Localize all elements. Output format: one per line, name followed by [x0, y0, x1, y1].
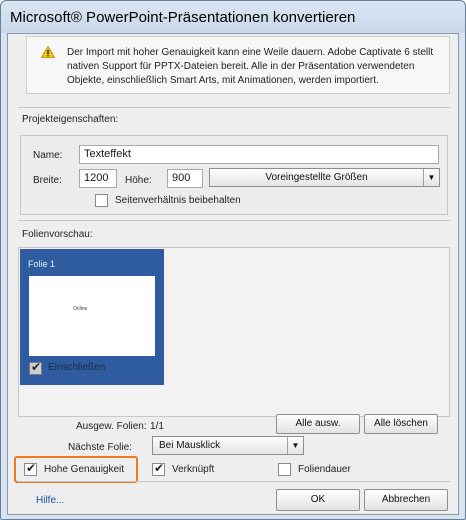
width-label: Breite:: [33, 175, 62, 186]
slide-duration-label: Foliendauer: [298, 464, 351, 475]
slide-thumbnail-card[interactable]: Folie 1 Online Einschließen: [20, 249, 164, 385]
divider: [18, 107, 450, 108]
slide-preview-label: Folienvorschau:: [22, 229, 93, 240]
name-field[interactable]: Texteffekt: [79, 145, 439, 164]
dialog-window: Microsoft® PowerPoint-Präsentationen kon…: [0, 0, 466, 520]
window-title: Microsoft® PowerPoint-Präsentationen kon…: [10, 9, 356, 26]
divider: [18, 220, 450, 221]
width-field[interactable]: 1200: [79, 169, 117, 188]
slide-label: Folie 1: [28, 259, 56, 269]
preset-sizes-value: Voreingestellte Größen: [265, 172, 368, 183]
next-slide-label: Nächste Folie:: [68, 442, 132, 453]
help-link[interactable]: Hilfe...: [36, 495, 64, 506]
cancel-button[interactable]: Abbrechen: [364, 489, 448, 511]
selected-slides-value: 1/1: [150, 421, 164, 432]
project-properties-group: Name: Texteffekt Breite: 1200 Höhe: 900 …: [20, 135, 448, 215]
select-all-button[interactable]: Alle ausw.: [276, 414, 360, 434]
height-field[interactable]: 900: [167, 169, 203, 188]
selected-slides-label: Ausgew. Folien:: [76, 421, 147, 432]
chevron-down-icon: ▼: [423, 169, 439, 186]
aspect-ratio-checkbox[interactable]: [95, 194, 108, 207]
warning-text: Der Import mit hoher Genauigkeit kann ei…: [67, 47, 434, 86]
high-fidelity-label: Hohe Genauigkeit: [44, 464, 125, 475]
ok-button[interactable]: OK: [276, 489, 360, 511]
project-properties-label: Projekteigenschaften:: [22, 114, 119, 125]
slide-thumbnail[interactable]: Online: [29, 276, 155, 356]
warning-panel: Der Import mit hoher Genauigkeit kann ei…: [26, 36, 450, 94]
height-label: Höhe:: [125, 175, 152, 186]
warning-icon: [41, 46, 55, 58]
slide-thumbnail-text: Online: [73, 306, 88, 312]
include-label: Einschließen: [48, 362, 106, 373]
name-label: Name:: [33, 150, 63, 161]
high-fidelity-checkbox[interactable]: [24, 461, 37, 476]
delete-all-button[interactable]: Alle löschen: [364, 414, 438, 434]
chevron-down-icon: ▼: [287, 437, 303, 454]
dialog-content: Der Import mit hoher Genauigkeit kann ei…: [7, 33, 459, 515]
next-slide-dropdown[interactable]: Bei Mausklick ▼: [152, 436, 304, 455]
include-checkbox[interactable]: [29, 360, 42, 375]
next-slide-value: Bei Mausklick: [159, 440, 221, 451]
slide-duration-checkbox[interactable]: [278, 463, 291, 476]
aspect-ratio-label: Seitenverhältnis beibehalten: [115, 195, 241, 206]
title-bar[interactable]: Microsoft® PowerPoint-Präsentationen kon…: [1, 1, 465, 33]
divider: [18, 481, 450, 482]
linked-label: Verknüpft: [172, 464, 215, 475]
linked-checkbox[interactable]: [152, 461, 165, 476]
preset-sizes-dropdown[interactable]: Voreingestellte Größen ▼: [209, 168, 440, 187]
